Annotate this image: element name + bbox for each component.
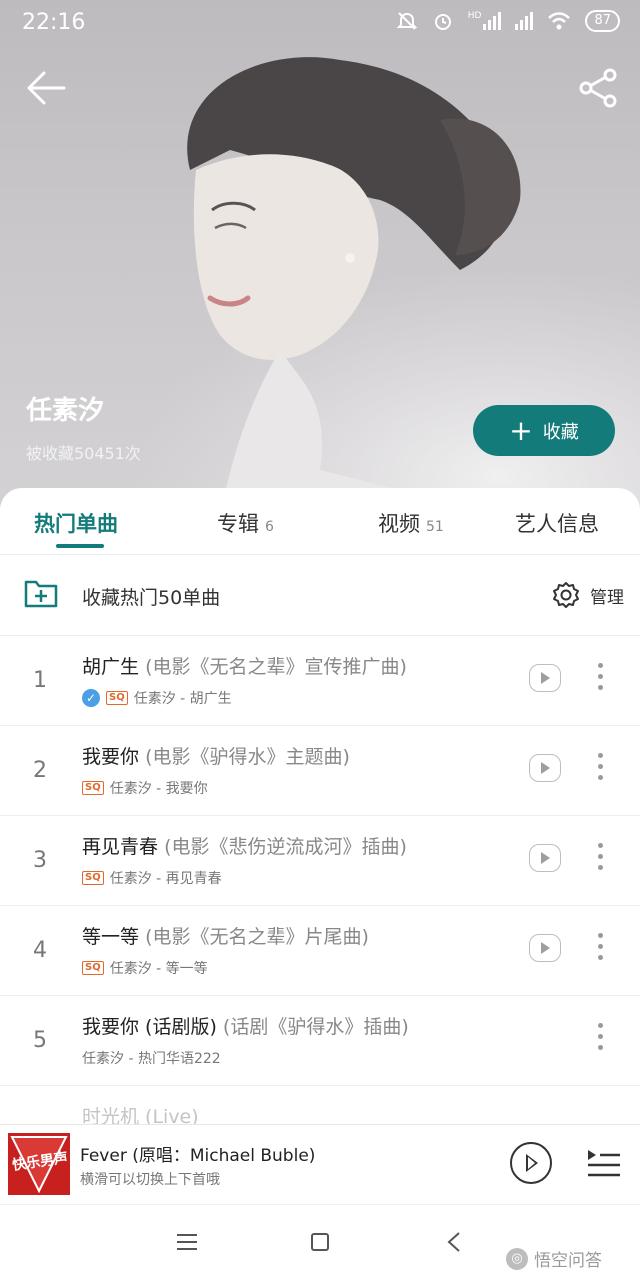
song-meta: SQ 任素汐 - 我要你: [82, 778, 208, 798]
more-options-icon[interactable]: [596, 663, 606, 697]
tab-videos[interactable]: 视频 51: [378, 508, 444, 538]
signal-icon: [515, 12, 534, 30]
artist-header: 22:16 HD 87 任素汐 被收藏50451次 + 收藏: [0, 0, 640, 520]
play-video-icon[interactable]: [529, 844, 561, 872]
collect-top-songs-row[interactable]: 收藏热门50单曲 管理: [0, 555, 640, 636]
play-button[interactable]: [510, 1142, 552, 1184]
song-title: 等一等 (电影《无名之辈》片尾曲): [82, 926, 369, 948]
sq-quality-badge: SQ: [82, 961, 104, 975]
home-icon[interactable]: [311, 1233, 329, 1251]
song-rank: 5: [33, 1028, 47, 1053]
menu-icon[interactable]: [176, 1233, 198, 1251]
nav-back-icon[interactable]: [445, 1231, 463, 1253]
status-time: 22:16: [22, 10, 86, 35]
sq-quality-badge: SQ: [82, 781, 104, 795]
active-tab-indicator: [56, 544, 104, 548]
more-options-icon[interactable]: [596, 1023, 606, 1057]
song-title: 再见青春 (电影《悲伤逆流成河》插曲): [82, 836, 407, 858]
gear-icon: [553, 582, 579, 608]
collect-button[interactable]: + 收藏: [473, 405, 615, 456]
watermark: ◎ 悟空问答: [506, 1246, 602, 1271]
status-icons: HD 87: [396, 10, 620, 32]
now-playing-title: Fever (原唱：Michael Buble): [80, 1146, 316, 1166]
sq-quality-badge: SQ: [106, 691, 128, 705]
status-bar: 22:16 HD 87: [0, 0, 640, 48]
now-playing-hint: 横滑可以切换上下首哦: [80, 1172, 220, 1188]
manage-button[interactable]: 管理: [552, 581, 624, 609]
song-row[interactable]: 3 再见青春 (电影《悲伤逆流成河》插曲) SQ 任素汐 - 再见青春: [0, 816, 640, 906]
song-title: 我要你 (电影《驴得水》主题曲): [82, 746, 350, 768]
more-options-icon[interactable]: [596, 753, 606, 787]
song-title: 胡广生 (电影《无名之辈》宣传推广曲): [82, 656, 407, 678]
favorites-count: 被收藏50451次: [26, 444, 141, 463]
song-row[interactable]: 5 我要你 (话剧版) (话剧《驴得水》插曲) 任素汐 - 热门华语222: [0, 996, 640, 1086]
wifi-icon: [548, 12, 571, 30]
song-meta: 任素汐 - 热门华语222: [82, 1051, 221, 1067]
back-arrow-icon[interactable]: [24, 66, 68, 110]
wukong-logo-icon: ◎: [506, 1247, 528, 1270]
collect-top-songs-label: 收藏热门50单曲: [82, 587, 221, 609]
album-art[interactable]: 快乐男声: [8, 1133, 70, 1195]
play-video-icon[interactable]: [529, 754, 561, 782]
song-row[interactable]: 1 胡广生 (电影《无名之辈》宣传推广曲) ✓ SQ 任素汐 - 胡广生: [0, 636, 640, 726]
sq-quality-badge: SQ: [82, 871, 104, 885]
tab-hot-songs[interactable]: 热门单曲: [34, 508, 118, 538]
battery-indicator: 87: [585, 10, 620, 32]
song-title: 我要你 (话剧版) (话剧《驴得水》插曲): [82, 1016, 409, 1038]
song-meta: SQ 任素汐 - 等一等: [82, 958, 208, 978]
tab-albums[interactable]: 专辑 6: [217, 508, 274, 538]
mute-notification-icon: [396, 12, 418, 30]
mini-player[interactable]: 快乐男声 Fever (原唱：Michael Buble) 横滑可以切换上下首哦: [0, 1124, 640, 1203]
share-icon[interactable]: [578, 66, 618, 110]
song-row[interactable]: 4 等一等 (电影《无名之辈》片尾曲) SQ 任素汐 - 等一等: [0, 906, 640, 996]
song-rank: 2: [33, 758, 47, 783]
tab-artist-info[interactable]: 艺人信息: [515, 508, 599, 538]
manage-label: 管理: [590, 587, 624, 608]
song-row[interactable]: 2 我要你 (电影《驴得水》主题曲) SQ 任素汐 - 我要你: [0, 726, 640, 816]
more-options-icon[interactable]: [596, 843, 606, 877]
song-rank: 1: [33, 668, 47, 693]
tab-bar: 热门单曲 专辑 6 视频 51 艺人信息: [0, 488, 640, 555]
song-rank: 4: [33, 938, 47, 963]
collect-button-label: 收藏: [542, 421, 579, 443]
hd-signal-icon: HD: [468, 12, 502, 30]
song-meta: SQ 任素汐 - 再见青春: [82, 868, 222, 888]
watermark-text: 悟空问答: [534, 1251, 602, 1271]
artist-name: 任素汐: [26, 396, 105, 426]
play-icon: [526, 1154, 538, 1172]
playlist-icon[interactable]: [586, 1147, 622, 1179]
play-video-icon[interactable]: [529, 934, 561, 962]
more-options-icon[interactable]: [596, 933, 606, 967]
song-list: 1 胡广生 (电影《无名之辈》宣传推广曲) ✓ SQ 任素汐 - 胡广生 2 我…: [0, 636, 640, 1176]
play-video-icon[interactable]: [529, 664, 561, 692]
alarm-icon: [434, 14, 451, 30]
tab-albums-count: 6: [265, 519, 274, 535]
verified-check-icon: ✓: [82, 689, 100, 707]
add-folder-icon[interactable]: [24, 577, 58, 609]
song-meta: ✓ SQ 任素汐 - 胡广生: [82, 688, 232, 708]
song-rank: 3: [33, 848, 47, 873]
tab-videos-count: 51: [426, 519, 444, 535]
plus-icon: +: [509, 413, 533, 447]
